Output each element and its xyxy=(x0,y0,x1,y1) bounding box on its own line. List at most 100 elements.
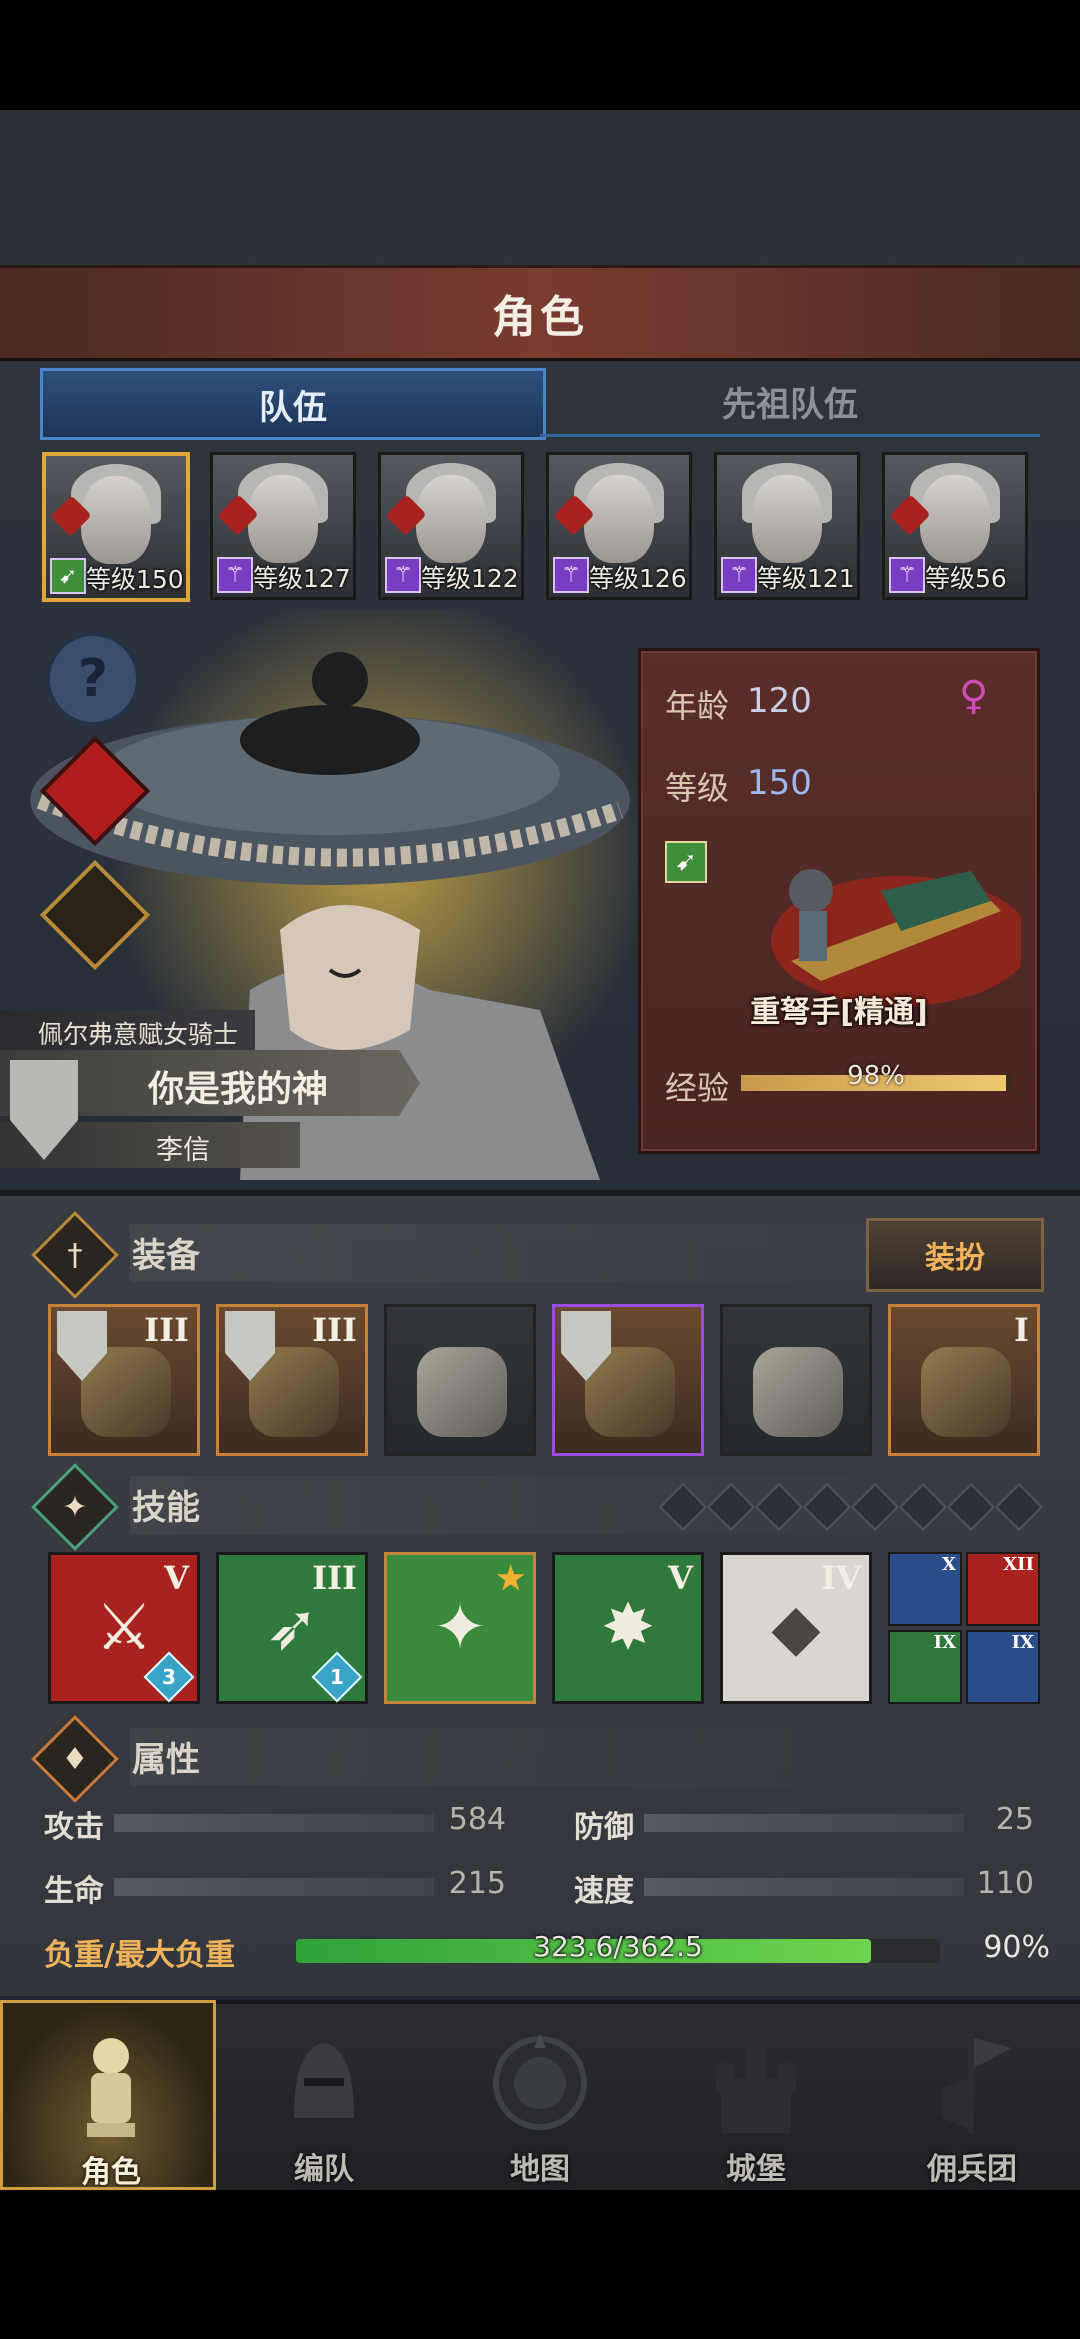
party-member-level: 等级150 xyxy=(86,565,184,594)
sword-icon: † xyxy=(31,1211,119,1299)
skill-4[interactable]: ✸ V xyxy=(552,1552,704,1704)
nav-label: 编队 xyxy=(294,2152,354,2187)
face xyxy=(81,476,151,564)
face xyxy=(752,475,822,563)
skill-icon: ✸ xyxy=(601,1591,655,1665)
party-member-1[interactable]: ➹ 等级150 xyxy=(42,452,190,602)
skill-rank: V xyxy=(668,1559,693,1597)
skill-level: 3 xyxy=(162,1665,176,1689)
boots-slot[interactable] xyxy=(720,1304,872,1456)
skill-level: 1 xyxy=(330,1665,344,1689)
banner-icon xyxy=(922,2028,1022,2138)
party-member-level: 等级126 xyxy=(589,564,687,593)
stat-track xyxy=(644,1814,964,1832)
book-slot[interactable]: I xyxy=(888,1304,1040,1456)
nav-banner[interactable]: 佣兵团 xyxy=(864,2000,1080,2190)
party-member-6[interactable]: ⚚ 等级56 xyxy=(882,452,1028,600)
knight-icon xyxy=(61,2031,161,2141)
help-icon[interactable]: ? xyxy=(46,632,140,726)
stat-speed: 速度 110 xyxy=(574,1866,1034,1909)
hero-info-card: 年龄 120 ♀ 等级 150 ➹ 重弩手[精通] 经验 98% xyxy=(638,648,1040,1154)
age-label: 年龄 xyxy=(665,687,730,725)
party-member-level: 等级121 xyxy=(757,564,855,593)
passive-skill-1[interactable]: X xyxy=(888,1552,962,1626)
class-name: 重弩手[精通] xyxy=(750,995,928,1030)
attributes-label: 属性 xyxy=(132,1740,200,1780)
nav-castle[interactable]: 城堡 xyxy=(648,2000,864,2190)
title-bar: 角色 xyxy=(0,265,1080,361)
item-rank: III xyxy=(312,1311,357,1349)
item-art xyxy=(753,1347,843,1437)
stat-track xyxy=(114,1878,434,1896)
staff-icon: ⚚ xyxy=(889,557,925,593)
weapon-slot-2[interactable]: III xyxy=(216,1304,368,1456)
item-art xyxy=(921,1347,1011,1437)
staff-icon: ⚚ xyxy=(385,557,421,593)
passive-skill-3[interactable]: IX xyxy=(888,1630,962,1704)
party-member-4[interactable]: ⚚ 等级126 xyxy=(546,452,692,600)
stat-label: 防御 xyxy=(574,1810,634,1845)
hero-epithet: 你是我的神 xyxy=(148,1069,329,1110)
skill-1[interactable]: ⚔ V 3 xyxy=(48,1552,200,1704)
stat-value: 584 xyxy=(448,1802,506,1837)
crossbow-icon: ➹ xyxy=(665,841,707,883)
nav-helmet[interactable]: 编队 xyxy=(216,2000,432,2190)
status-bar-area xyxy=(0,0,1080,110)
hero-faction-title: 佩尔弗意赋女骑士 xyxy=(38,1020,239,1049)
face xyxy=(416,475,486,563)
party-member-3[interactable]: ⚚ 等级122 xyxy=(378,452,524,600)
stat-label: 生命 xyxy=(44,1874,104,1909)
armor-slot[interactable] xyxy=(552,1304,704,1456)
skill-icon: ✦ xyxy=(433,1591,487,1665)
staff-icon: ⚚ xyxy=(217,557,253,593)
party-member-level: 等级127 xyxy=(253,564,351,593)
stat-track xyxy=(114,1814,434,1832)
item-rank: I xyxy=(1014,1311,1029,1349)
level-label: 等级 xyxy=(665,769,730,807)
equipment-label: 装备 xyxy=(132,1236,200,1276)
star-icon: ★ xyxy=(496,1559,525,1597)
nav-compass-map[interactable]: 地图 xyxy=(432,2000,648,2190)
stat-defense: 防御 25 xyxy=(574,1802,1034,1845)
face xyxy=(248,475,318,563)
skill-rank: XII xyxy=(1003,1554,1034,1575)
skill-rank: X xyxy=(942,1554,956,1575)
party-member-level: 等级56 xyxy=(925,564,1007,593)
skill-3[interactable]: ✦ ★ xyxy=(384,1552,536,1704)
party-member-5[interactable]: ⚚ 等级121 xyxy=(714,452,860,600)
weapon-slot-1[interactable]: III xyxy=(48,1304,200,1456)
stat-health: 生命 215 xyxy=(44,1866,506,1909)
tab-team[interactable]: 队伍 xyxy=(40,368,546,440)
staff-icon: ⚚ xyxy=(553,557,589,593)
stat-track xyxy=(644,1878,964,1896)
skill-2[interactable]: ➶ III 1 xyxy=(216,1552,368,1704)
passive-skill-2[interactable]: XII xyxy=(966,1552,1040,1626)
helmet-slot[interactable] xyxy=(384,1304,536,1456)
nav-knight[interactable]: 角色 xyxy=(0,2000,216,2190)
skill-5[interactable]: ◆ IV xyxy=(720,1552,872,1704)
passive-skill-4[interactable]: IX xyxy=(966,1630,1040,1704)
nav-label: 角色 xyxy=(81,2155,141,2190)
flame-icon: ♦ xyxy=(31,1715,119,1803)
item-art xyxy=(417,1347,507,1437)
compass-map-icon xyxy=(490,2028,590,2138)
tab-ancestors[interactable]: 先祖队伍 xyxy=(540,368,1040,437)
skills-label: 技能 xyxy=(132,1488,200,1528)
stat-value: 110 xyxy=(976,1866,1034,1901)
dress-up-button[interactable]: 装扮 xyxy=(866,1218,1044,1292)
weight-percent: 90% xyxy=(983,1930,1050,1965)
page-title: 角色 xyxy=(492,292,588,343)
exp-percent: 98% xyxy=(847,1061,905,1091)
hero-faction-plate: 佩尔弗意赋女骑士 xyxy=(0,1010,255,1050)
stat-attack: 攻击 584 xyxy=(44,1802,506,1845)
stat-value: 25 xyxy=(995,1802,1034,1837)
stat-label: 速度 xyxy=(574,1874,634,1909)
hero-name: 李信 xyxy=(156,1135,210,1166)
face xyxy=(920,475,990,563)
nav-label: 地图 xyxy=(510,2152,570,2187)
crossbow-icon: ➹ xyxy=(50,558,86,594)
nav-label: 城堡 xyxy=(726,2152,786,2187)
party-member-2[interactable]: ⚚ 等级127 xyxy=(210,452,356,600)
level-value: 150 xyxy=(747,763,812,803)
skill-rank: V xyxy=(164,1559,189,1597)
